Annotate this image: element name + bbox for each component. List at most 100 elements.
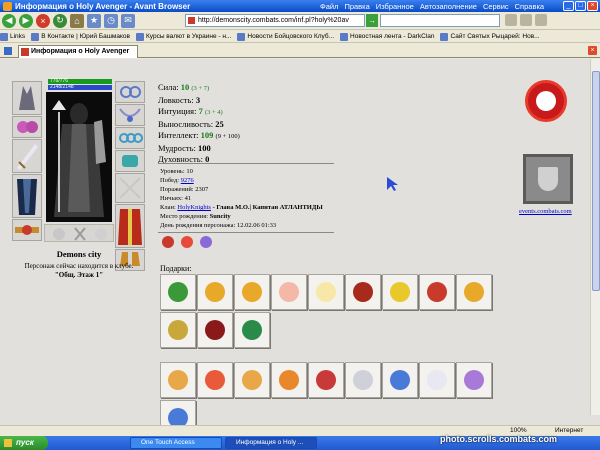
card-icon [390,370,410,390]
links-label-item[interactable]: Links [0,32,25,41]
gift-item[interactable] [308,362,344,398]
home-icon[interactable]: ⌂ [70,13,84,28]
page-icon [237,32,246,41]
menu-autofill[interactable]: Автозаполнение [420,2,477,11]
menu-favorites[interactable]: Избранное [376,2,414,11]
link-item[interactable]: Новости Бойцовского Клуб... [237,32,334,41]
gift-item[interactable] [160,274,196,310]
start-button[interactable]: пуск [0,436,48,450]
clan-link[interactable]: HolyKnights [177,204,211,211]
search-input[interactable] [380,14,500,27]
gift-item[interactable] [419,274,455,310]
character-avatar[interactable] [46,92,112,222]
mail-icon[interactable]: ✉ [121,13,135,28]
ring-icon [119,133,143,143]
location-text: Персонаж сейчас находится в клубе. [24,262,134,270]
armor-slot[interactable] [12,174,42,218]
close-tab-icon[interactable]: × [588,46,597,55]
maximize-button[interactable]: □ [575,1,586,11]
weapon-slot[interactable] [12,139,42,173]
link-item[interactable]: Сайт Святых Рыцарей: Нов... [440,32,540,41]
gift-item[interactable] [345,362,381,398]
card-icon [168,370,188,390]
scrollbar-thumb[interactable] [592,71,600,291]
menu-tools[interactable]: Сервис [483,2,509,11]
gift-item[interactable] [419,362,455,398]
back-icon[interactable]: ◀ [2,13,16,28]
tab-holy-avenger[interactable]: Информация о Holy Avenger [18,45,138,58]
window-controls: _ □ × [563,1,598,11]
gift-item[interactable] [234,312,270,348]
gift-item[interactable] [234,362,270,398]
mana-value: 2148/2148 [50,84,74,90]
page-icon [340,32,349,41]
search-tools [505,14,547,26]
gift-item[interactable] [160,400,196,425]
forward-icon[interactable]: ▶ [19,13,33,28]
gloves-slot[interactable] [115,150,145,172]
highlight-icon[interactable] [520,14,532,26]
events-link[interactable]: events.combats.com [519,208,572,215]
taskbar-item-onetouch[interactable]: One Touch Access [130,437,222,449]
mana-bar: 2148/2148 [48,85,112,90]
shield-slot[interactable] [115,173,145,203]
badge-icon[interactable] [200,236,212,248]
link-item[interactable]: Курсы валют в Украине - н... [136,32,231,41]
bells-icon [390,282,410,302]
gift-item[interactable] [197,274,233,310]
leggings-slot[interactable] [115,204,145,248]
gift-item[interactable] [456,274,492,310]
crossed-swords-icon [119,177,141,199]
events-banner[interactable] [523,154,573,204]
address-bar[interactable]: http://demonscity.combats.com/inf.pl?hol… [185,14,365,27]
history-icon[interactable]: ◷ [104,13,118,28]
flower-basket-icon [464,370,484,390]
refresh-icon[interactable]: ↻ [53,13,67,28]
link-item[interactable]: Новостная лента - DarkClan [340,32,434,41]
info-clan: Клан: HolyKnights - Глава М.О.| Капитан … [160,204,323,211]
wins-link[interactable]: 9276 [181,177,194,184]
stop-icon[interactable]: × [36,13,50,28]
new-tab-icon[interactable] [4,47,12,55]
menu-file[interactable]: Файл [320,2,338,11]
taskbar-item-browser[interactable]: Информация о Holy ... [225,437,317,449]
belt-slot[interactable] [12,219,42,241]
gift-item[interactable] [382,362,418,398]
menu-edit[interactable]: Правка [344,2,369,11]
gift-item[interactable] [382,274,418,310]
favorites-icon[interactable]: ★ [87,13,101,28]
gift-item[interactable] [197,362,233,398]
tab-favicon-icon [21,48,29,56]
earring-slot[interactable] [115,81,145,103]
go-button[interactable]: → [366,14,378,27]
gift-item[interactable] [271,362,307,398]
amulet-slot[interactable] [115,104,145,126]
zoom-level[interactable]: 100% [510,427,527,434]
menu-bar: Файл Правка Избранное Автозаполнение Сер… [320,0,544,12]
gift-item[interactable] [345,274,381,310]
bracers-slot[interactable] [12,116,42,138]
candle-icon [316,282,336,302]
medal-icon[interactable] [162,236,174,248]
gift-item[interactable] [197,312,233,348]
gift-item[interactable] [271,274,307,310]
clan-logo[interactable] [525,80,567,122]
gift-item[interactable] [160,312,196,348]
gift-item[interactable] [456,362,492,398]
vertical-scrollbar[interactable] [590,59,600,415]
link-item[interactable]: В Контакте | Юрий Башмаков [31,32,130,41]
tab-bar: Информация о Holy Avenger × [0,44,600,58]
minimize-button[interactable]: _ [563,1,574,11]
helmet-slot[interactable] [12,81,42,115]
window-title: Информация о Holy Avenger - Avant Browse… [15,1,191,11]
gloves-icon [122,155,138,167]
close-button[interactable]: × [587,1,598,11]
gift-item[interactable] [308,274,344,310]
search-engine-icon[interactable] [505,14,517,26]
gift-item[interactable] [234,274,270,310]
rings-slot[interactable] [115,127,145,149]
gift-item[interactable] [160,362,196,398]
menu-help[interactable]: Справка [515,2,544,11]
rose-icon[interactable] [181,236,193,248]
options-icon[interactable] [535,14,547,26]
